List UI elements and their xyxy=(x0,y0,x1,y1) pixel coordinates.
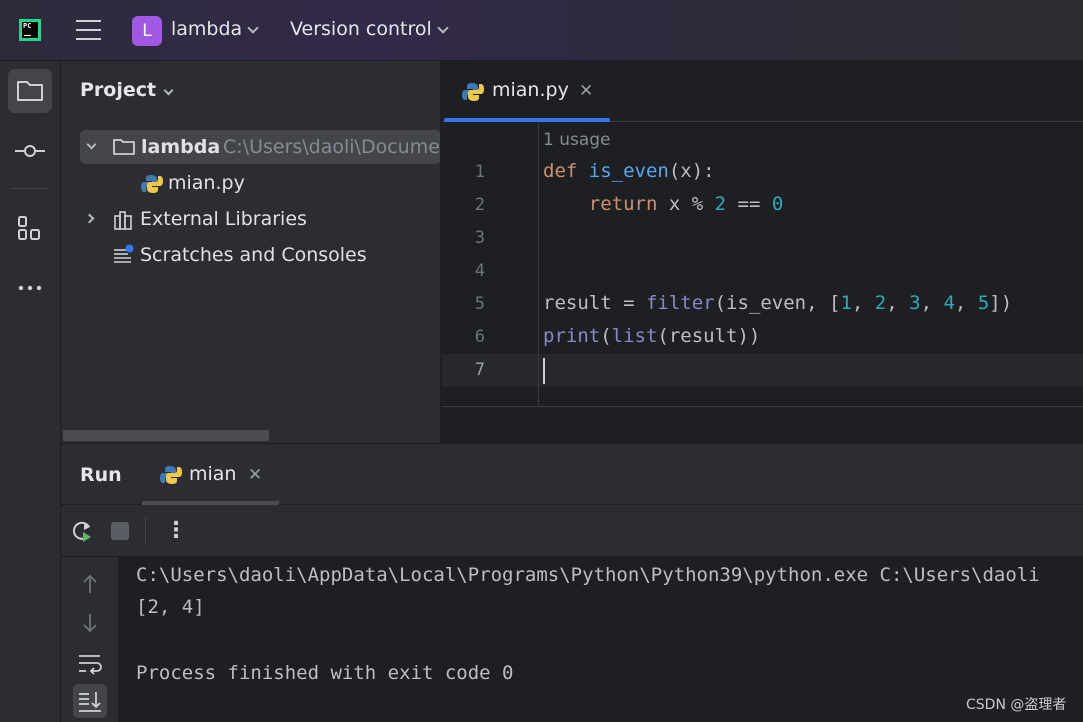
usage-hint[interactable]: 1 usage xyxy=(543,130,611,150)
commit-icon[interactable] xyxy=(8,129,52,173)
line-number-current: 7 xyxy=(474,360,485,380)
project-name[interactable]: lambda xyxy=(171,18,242,40)
stop-icon[interactable] xyxy=(111,522,129,540)
scratches-icon xyxy=(113,243,135,277)
run-toolbar: ⋮ xyxy=(61,505,1083,557)
code-line[interactable]: result = filter(is_even, [1, 2, 3, 4, 5]… xyxy=(543,292,1012,314)
code-line[interactable]: def is_even(x): xyxy=(543,160,715,182)
editor-tab-mian-py[interactable]: mian.py ✕ xyxy=(442,61,610,123)
text-caret xyxy=(543,358,545,384)
console-output[interactable]: C:\Users\daoli\AppData\Local\Programs\Py… xyxy=(118,557,1083,722)
console-line[interactable]: C:\Users\daoli\AppData\Local\Programs\Py… xyxy=(136,564,1040,586)
hamburger-menu-icon[interactable] xyxy=(76,20,102,40)
run-tab-mian[interactable]: mian ✕ xyxy=(142,444,279,505)
console-side-toolbar xyxy=(61,557,118,722)
line-number: 5 xyxy=(474,294,485,314)
editor-empty-area[interactable] xyxy=(442,408,1083,443)
watermark: CSDN @盗理者 xyxy=(966,697,1067,713)
line-number: 1 xyxy=(474,162,485,182)
toolbar-separator xyxy=(145,517,146,545)
tree-item-label: External Libraries xyxy=(140,208,307,230)
arrow-up-icon[interactable] xyxy=(73,567,107,601)
line-number: 2 xyxy=(474,195,485,215)
chevron-down-icon[interactable] xyxy=(437,22,449,34)
close-icon[interactable]: ✕ xyxy=(248,465,262,485)
tab-label: mian.py xyxy=(492,79,569,101)
line-number: 4 xyxy=(474,261,485,281)
line-number: 3 xyxy=(474,228,485,248)
close-icon[interactable]: ✕ xyxy=(579,81,593,101)
tree-item-lambda[interactable]: lambda C:\Users\daoli\Documen xyxy=(80,130,441,164)
kebab-icon[interactable]: ⋮ xyxy=(165,517,187,545)
tree-item-external-libraries[interactable]: External Libraries xyxy=(61,202,440,236)
line-number: 6 xyxy=(474,327,485,347)
chevron-down-icon[interactable] xyxy=(86,139,97,150)
tree-item-path: C:\Users\daoli\Documen xyxy=(223,136,441,158)
chevron-down-icon[interactable] xyxy=(163,85,174,96)
console-line[interactable]: [2, 4] xyxy=(136,596,205,618)
structure-icon[interactable] xyxy=(8,206,52,250)
scroll-to-end-icon[interactable] xyxy=(73,684,107,718)
chevron-down-icon[interactable] xyxy=(247,22,259,34)
project-tool-window: Project lambda C:\Users\daoli\Documen mi… xyxy=(61,61,441,443)
more-icon[interactable] xyxy=(8,266,52,310)
version-control-menu[interactable]: Version control xyxy=(290,18,432,40)
tree-item-label: mian.py xyxy=(168,172,245,194)
tree-item-scratches[interactable]: Scratches and Consoles xyxy=(61,238,440,272)
project-panel-title[interactable]: Project xyxy=(80,79,156,101)
code-line[interactable]: print(list(result)) xyxy=(543,325,760,347)
rerun-icon[interactable] xyxy=(69,518,95,549)
run-panel-title: Run xyxy=(80,464,122,486)
arrow-down-icon[interactable] xyxy=(73,606,107,640)
title-bar: PC L lambda Version control xyxy=(0,0,1083,61)
horizontal-scrollbar[interactable] xyxy=(63,430,269,441)
editor-tab-bar: mian.py ✕ xyxy=(442,61,1083,123)
run-tool-window-header: Run mian ✕ xyxy=(61,443,1083,505)
python-file-icon xyxy=(160,464,182,491)
python-file-icon xyxy=(141,172,163,206)
tree-item-label: Scratches and Consoles xyxy=(140,244,367,266)
project-badge[interactable]: L xyxy=(132,16,162,46)
gutter-divider xyxy=(538,122,539,407)
run-tab-label: mian xyxy=(189,463,237,485)
code-editor[interactable]: 1 usage 1 2 3 4 5 6 7 def is_even(x): re… xyxy=(442,122,1083,407)
chevron-right-icon[interactable] xyxy=(84,213,95,224)
tool-window-strip xyxy=(0,61,61,722)
folder-icon[interactable] xyxy=(8,69,52,113)
code-line[interactable]: return x % 2 == 0 xyxy=(543,193,784,215)
pycharm-logo-icon[interactable]: PC xyxy=(19,19,41,41)
tree-item-label: lambda xyxy=(141,136,221,158)
soft-wrap-icon[interactable] xyxy=(73,646,107,680)
library-icon xyxy=(113,208,135,242)
python-file-icon xyxy=(462,81,484,108)
strip-divider xyxy=(12,188,48,189)
console-line[interactable]: Process finished with exit code 0 xyxy=(136,662,514,684)
tree-item-mian-py[interactable]: mian.py xyxy=(61,166,440,200)
